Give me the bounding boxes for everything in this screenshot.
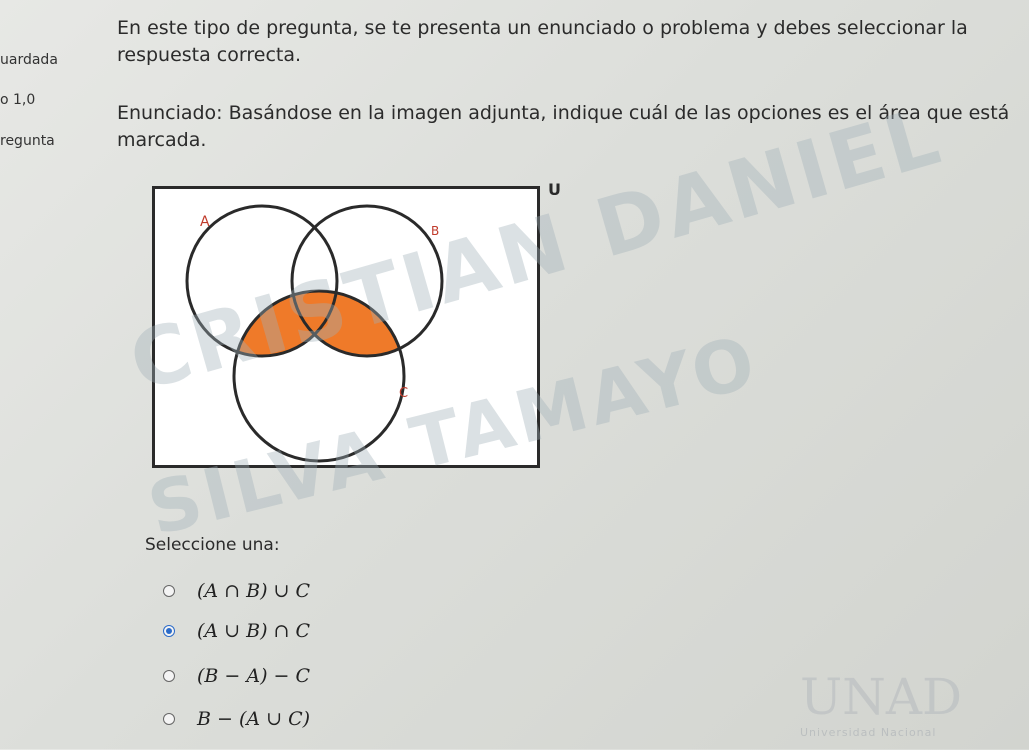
sidebar-item-question: regunta <box>0 133 55 149</box>
answer-option-1[interactable]: (A ∩ B) ∪ C <box>163 575 310 607</box>
answers-prompt: Seleccione una: <box>145 535 280 555</box>
answer-option-3[interactable]: (B − A) − C <box>163 660 310 692</box>
answer-option-label: B − (A ∪ C) <box>197 708 311 730</box>
logo-text: UNAD <box>800 668 963 726</box>
radio-button[interactable] <box>163 670 175 682</box>
question-intro: En este tipo de pregunta, se te presenta… <box>117 17 968 66</box>
answer-option-4[interactable]: B − (A ∪ C) <box>163 703 310 735</box>
set-c-label: C <box>399 386 408 401</box>
answer-option-label: (A ∪ B) ∩ C <box>197 620 311 642</box>
unad-logo: UNAD Universidad Nacional <box>800 660 962 750</box>
logo-subtitle: Universidad Nacional <box>800 726 937 739</box>
answer-option-2[interactable]: (A ∪ B) ∩ C <box>163 615 310 647</box>
radio-button[interactable] <box>163 713 175 725</box>
answer-option-label: (B − A) − C <box>197 665 311 687</box>
answer-option-label: (A ∩ B) ∪ C <box>197 580 311 602</box>
set-a-label: A <box>200 214 210 230</box>
sidebar-item-score: o 1,0 <box>0 92 36 108</box>
sidebar-item-saved: uardada <box>0 52 58 68</box>
radio-button-selected[interactable] <box>163 625 175 637</box>
radio-button[interactable] <box>163 585 175 597</box>
